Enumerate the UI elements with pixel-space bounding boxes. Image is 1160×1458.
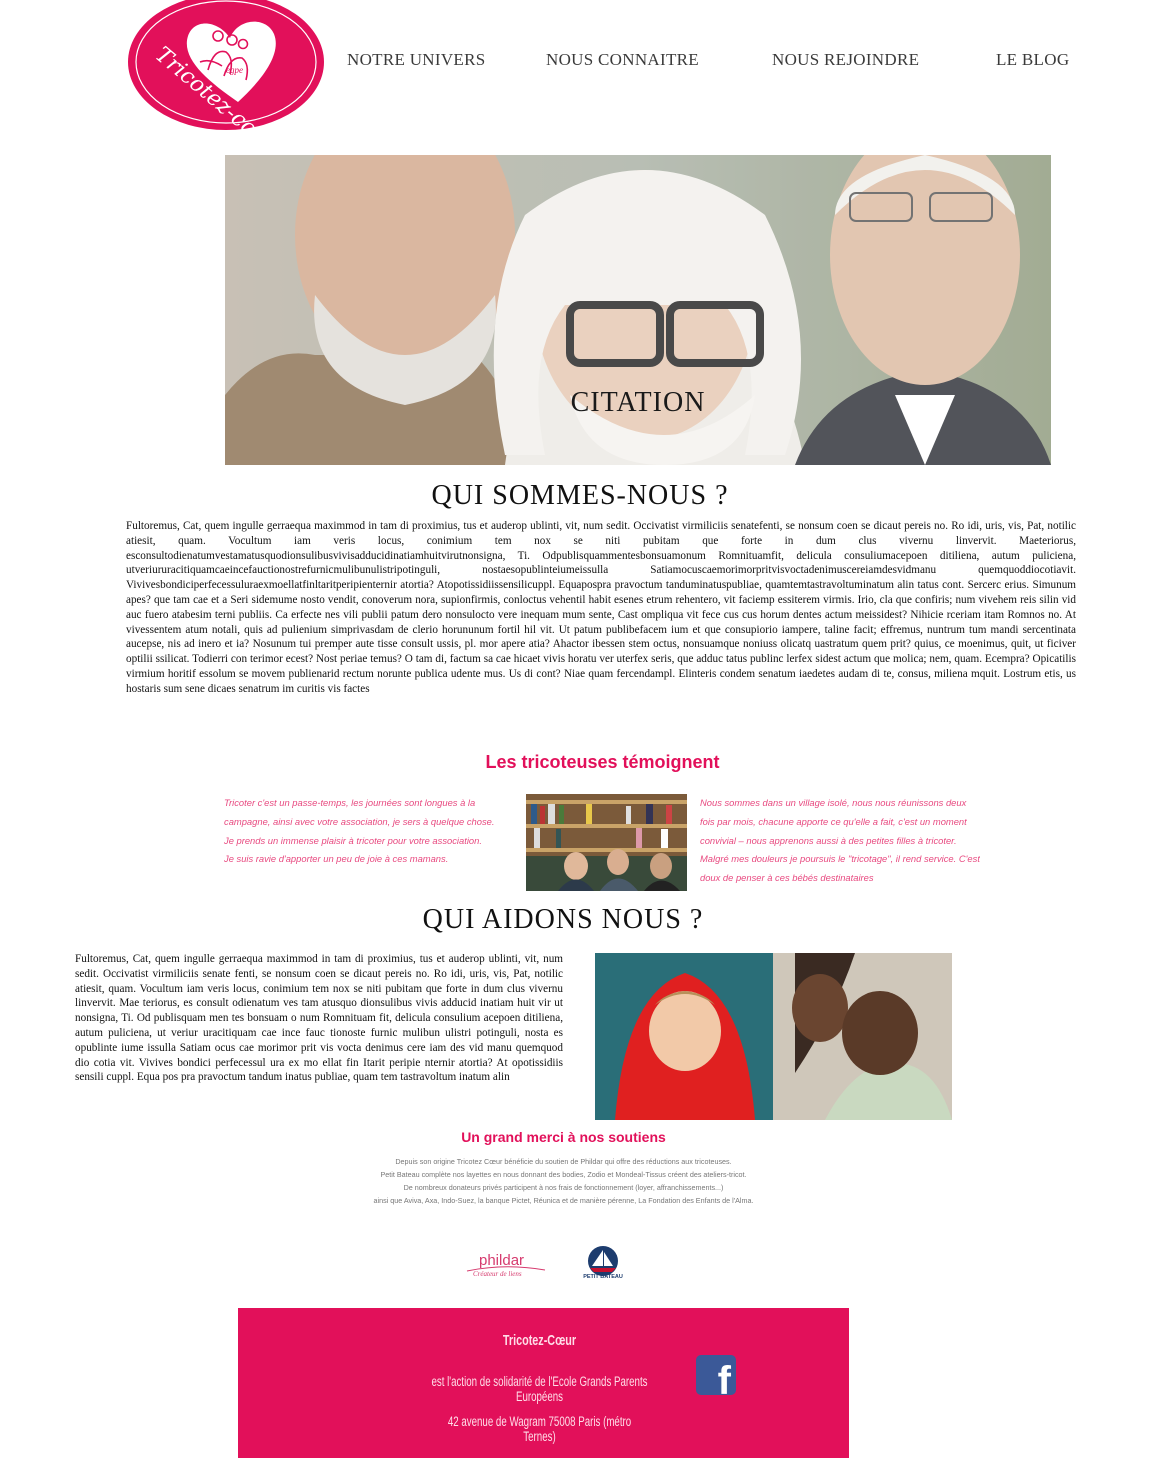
temoignages-title: Les tricoteuses témoignent [485, 752, 720, 772]
nav-notre-univers[interactable]: NOTRE UNIVERS [347, 50, 485, 70]
petit-bateau-logo[interactable]: PETIT BATEAU [578, 1244, 628, 1286]
merci-line: ainsi que Aviva, Axa, Indo-Suez, la banq… [373, 1196, 754, 1205]
tricoteuses-photo [526, 794, 687, 891]
nav-le-blog[interactable]: LE BLOG [996, 50, 1069, 70]
footer-line-2: 42 avenue de Wagram 75008 Paris (métro T… [447, 1414, 632, 1444]
qui-sommes-nous-title: QUI SOMMES-NOUS ? [431, 480, 729, 511]
hero-banner: CITATION [225, 155, 1051, 465]
petit-bateau-wordmark: PETIT BATEAU [583, 1274, 623, 1280]
facebook-glyph: f [717, 1359, 731, 1395]
merci-line: De nombreux donateurs privés participent… [403, 1183, 724, 1192]
phildar-logo[interactable]: phildar Créateur de liens [465, 1252, 547, 1282]
footer-org-name: Tricotez-Cœur [502, 1332, 577, 1349]
qui-sommes-nous-text: Fultoremus, Cat, quem ingulle gerraequa … [126, 520, 1076, 695]
merci-line: Petit Bateau complète nos layettes en no… [380, 1170, 747, 1179]
qui-aidons-nous-text: Fultoremus, Cat, quem ingulle gerraequa … [75, 953, 563, 1084]
temoignage-right: Nous sommes dans un village isolé, nous … [700, 797, 980, 884]
temoignage-left: Tricoter c'est un passe-temps, les journ… [224, 797, 495, 865]
merci-text: Depuis son origine Tricotez Cœur bénéfic… [0, 1155, 1127, 1207]
footer: Tricotez-Cœur est l'action de solidarité… [238, 1308, 849, 1458]
main-nav: NOTRE UNIVERS NOUS CONNAITRE NOUS REJOIN… [0, 50, 1160, 74]
merci-line: Depuis son origine Tricotez Cœur bénéfic… [395, 1157, 732, 1166]
footer-line-1: est l'action de solidarité de l'Ecole Gr… [431, 1374, 648, 1404]
qui-aidons-nous-title: QUI AIDONS NOUS ? [422, 904, 704, 935]
babies-photo [595, 953, 952, 1120]
nav-nous-rejoindre[interactable]: NOUS REJOINDRE [772, 50, 919, 70]
nav-nous-connaitre[interactable]: NOUS CONNAITRE [546, 50, 699, 70]
facebook-icon[interactable]: f [696, 1355, 736, 1395]
merci-title: Un grand merci à nos soutiens [461, 1129, 666, 1145]
hero-caption: CITATION [570, 387, 706, 418]
